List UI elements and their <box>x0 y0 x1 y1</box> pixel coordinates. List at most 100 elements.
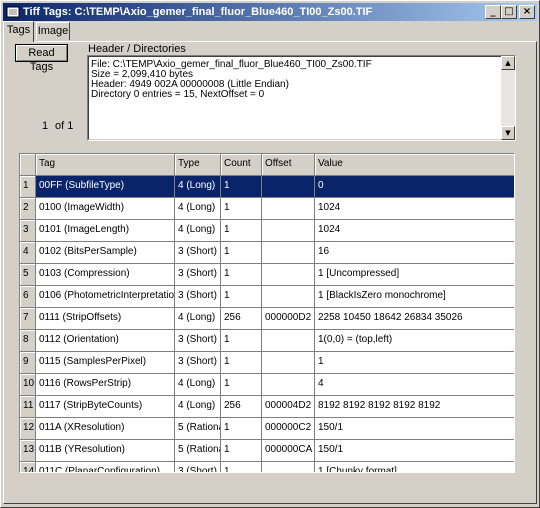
cell-type[interactable]: 3 (Short) <box>175 286 221 308</box>
cell-type[interactable]: 4 (Long) <box>175 374 221 396</box>
cell-offset[interactable]: 000004D2 <box>262 396 315 418</box>
cell-count[interactable]: 1 <box>221 462 262 472</box>
col-header-count[interactable]: Count <box>221 154 262 176</box>
scroll-down-button[interactable]: ▼ <box>501 126 515 140</box>
cell-value[interactable]: 1 [Uncompressed] <box>315 264 514 286</box>
title-bar[interactable]: Tiff Tags: C:\TEMP\Axio_gemer_final_fluo… <box>3 3 537 21</box>
cell-type[interactable]: 3 (Short) <box>175 264 221 286</box>
row-number[interactable]: 12 <box>20 418 36 440</box>
cell-count[interactable]: 256 <box>221 396 262 418</box>
cell-tag[interactable]: 0112 (Orientation) <box>36 330 175 352</box>
row-number[interactable]: 3 <box>20 220 36 242</box>
cell-value[interactable]: 1 [Chunky format] <box>315 462 514 472</box>
cell-count[interactable]: 1 <box>221 330 262 352</box>
tags-grid[interactable]: Tag Type Count Offset Value 1 00FF (Subfi… <box>19 153 515 473</box>
cell-count[interactable]: 256 <box>221 308 262 330</box>
cell-tag[interactable]: 0100 (ImageWidth) <box>36 198 175 220</box>
tab-tags[interactable]: Tags <box>3 21 34 42</box>
cell-type[interactable]: 5 (Rational) <box>175 440 221 462</box>
cell-tag[interactable]: 011C (PlanarConfiguration) <box>36 462 175 472</box>
cell-type[interactable]: 4 (Long) <box>175 308 221 330</box>
cell-offset[interactable]: 000000C2 <box>262 418 315 440</box>
cell-offset[interactable] <box>262 176 315 198</box>
cell-tag[interactable]: 0102 (BitsPerSample) <box>36 242 175 264</box>
cell-count[interactable]: 1 <box>221 418 262 440</box>
cell-tag[interactable]: 00FF (SubfileType) <box>36 176 175 198</box>
row-number[interactable]: 7 <box>20 308 36 330</box>
row-number[interactable]: 13 <box>20 440 36 462</box>
cell-value[interactable]: 0 <box>315 176 514 198</box>
cell-offset[interactable] <box>262 374 315 396</box>
cell-value[interactable]: 1 [BlackIsZero monochrome] <box>315 286 514 308</box>
cell-tag[interactable]: 0111 (StripOffsets) <box>36 308 175 330</box>
row-number[interactable]: 10 <box>20 374 36 396</box>
cell-type[interactable]: 4 (Long) <box>175 396 221 418</box>
cell-type[interactable]: 4 (Long) <box>175 198 221 220</box>
cell-offset[interactable]: 000000CA <box>262 440 315 462</box>
row-number[interactable]: 8 <box>20 330 36 352</box>
cell-offset[interactable] <box>262 220 315 242</box>
cell-value[interactable]: 150/1 <box>315 418 514 440</box>
close-button[interactable]: × <box>519 5 535 19</box>
cell-count[interactable]: 1 <box>221 352 262 374</box>
cell-value[interactable]: 1024 <box>315 198 514 220</box>
cell-count[interactable]: 1 <box>221 220 262 242</box>
cell-type[interactable]: 3 (Short) <box>175 352 221 374</box>
row-number[interactable]: 2 <box>20 198 36 220</box>
cell-value[interactable]: 2258 10450 18642 26834 35026 <box>315 308 514 330</box>
cell-offset[interactable] <box>262 242 315 264</box>
col-header-offset[interactable]: Offset <box>262 154 315 176</box>
cell-tag[interactable]: 0116 (RowsPerStrip) <box>36 374 175 396</box>
col-header-tag[interactable]: Tag <box>36 154 175 176</box>
scroll-up-button[interactable]: ▲ <box>501 56 515 70</box>
cell-offset[interactable] <box>262 264 315 286</box>
cell-offset[interactable] <box>262 330 315 352</box>
cell-offset[interactable] <box>262 352 315 374</box>
cell-type[interactable]: 4 (Long) <box>175 176 221 198</box>
minimize-button[interactable]: _ <box>485 5 501 19</box>
cell-tag[interactable]: 0103 (Compression) <box>36 264 175 286</box>
cell-offset[interactable] <box>262 198 315 220</box>
row-number[interactable]: 1 <box>20 176 36 198</box>
cell-count[interactable]: 1 <box>221 264 262 286</box>
cell-count[interactable]: 1 <box>221 286 262 308</box>
cell-value[interactable]: 1(0,0) = (top,left) <box>315 330 514 352</box>
cell-count[interactable]: 1 <box>221 374 262 396</box>
read-tags-button[interactable]: Read Tags <box>15 44 68 73</box>
cell-value[interactable]: 16 <box>315 242 514 264</box>
cell-tag[interactable]: 011A (XResolution) <box>36 418 175 440</box>
cell-offset[interactable] <box>262 286 315 308</box>
row-number[interactable]: 5 <box>20 264 36 286</box>
header-textbox[interactable]: File: C:\TEMP\Axio_gemer_final_fluor_Blu… <box>87 55 516 141</box>
col-header-value[interactable]: Value <box>315 154 514 176</box>
cell-value[interactable]: 1024 <box>315 220 514 242</box>
cell-count[interactable]: 1 <box>221 198 262 220</box>
cell-tag[interactable]: 0106 (PhotometricInterpretation) <box>36 286 175 308</box>
cell-count[interactable]: 1 <box>221 242 262 264</box>
col-header-type[interactable]: Type <box>175 154 221 176</box>
cell-tag[interactable]: 0115 (SamplesPerPixel) <box>36 352 175 374</box>
row-number[interactable]: 14 <box>20 462 36 472</box>
cell-type[interactable]: 4 (Long) <box>175 220 221 242</box>
cell-offset[interactable] <box>262 462 315 472</box>
cell-tag[interactable]: 0117 (StripByteCounts) <box>36 396 175 418</box>
cell-count[interactable]: 1 <box>221 440 262 462</box>
header-scrollbar[interactable]: ▲ ▼ <box>501 56 515 140</box>
cell-type[interactable]: 3 (Short) <box>175 330 221 352</box>
cell-type[interactable]: 3 (Short) <box>175 462 221 472</box>
cell-type[interactable]: 3 (Short) <box>175 242 221 264</box>
cell-tag[interactable]: 011B (YResolution) <box>36 440 175 462</box>
cell-offset[interactable]: 000000D2 <box>262 308 315 330</box>
cell-value[interactable]: 8192 8192 8192 8192 8192 <box>315 396 514 418</box>
row-number[interactable]: 9 <box>20 352 36 374</box>
cell-type[interactable]: 5 (Rational) <box>175 418 221 440</box>
cell-count[interactable]: 1 <box>221 176 262 198</box>
row-number[interactable]: 4 <box>20 242 36 264</box>
cell-value[interactable]: 1 <box>315 352 514 374</box>
cell-value[interactable]: 4 <box>315 374 514 396</box>
maximize-button[interactable]: □ <box>501 5 517 19</box>
cell-tag[interactable]: 0101 (ImageLength) <box>36 220 175 242</box>
row-number[interactable]: 6 <box>20 286 36 308</box>
tab-image[interactable]: Image <box>36 22 70 40</box>
row-number[interactable]: 11 <box>20 396 36 418</box>
